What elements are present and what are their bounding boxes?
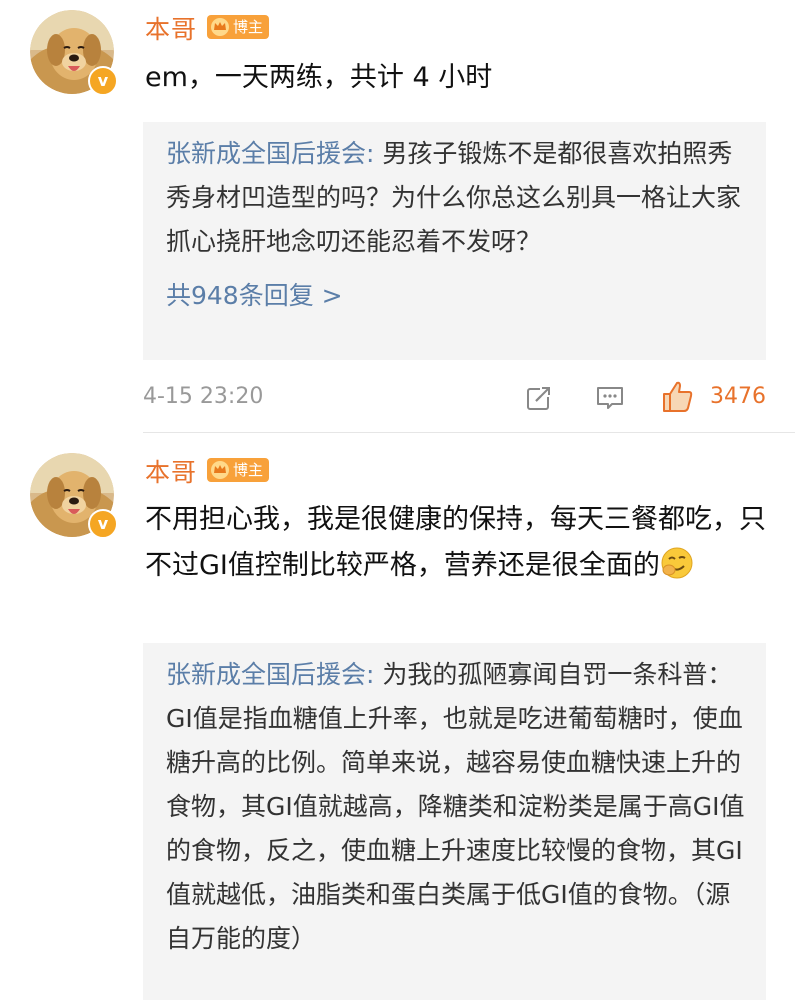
share-icon[interactable]	[524, 383, 554, 413]
verified-badge-icon: v	[88, 509, 118, 539]
reply-box[interactable]: 张新成全国后援会: 为我的孤陋寡闻自罚一条科普：GI值是指血糖值上升率，也就是吃…	[143, 643, 766, 1000]
like-icon[interactable]	[661, 380, 695, 414]
comment-text: 不用担心我，我是很健康的保持，每天三餐都吃，只不过GI值控制比较严格，营养还是很…	[145, 497, 771, 589]
comment-text: em，一天两练，共计 4 小时	[145, 62, 493, 93]
reply-box[interactable]: 张新成全国后援会: 男孩子锻炼不是都很喜欢拍照秀秀身材凹造型的吗？为什么你总这么…	[143, 122, 766, 360]
blogger-badge-label: 博主	[233, 461, 264, 479]
avatar[interactable]: v	[30, 453, 118, 539]
blogger-badge-label: 博主	[233, 18, 264, 36]
username[interactable]: 本哥	[145, 10, 197, 46]
reply-author[interactable]: 张新成全国后援会	[166, 660, 366, 689]
comment-2: v 本哥 博主 不用担心我，我是很健康的保持，每天三餐都吃，只不过GI值控制比较…	[0, 445, 795, 1000]
reply-text: 为我的孤陋寡闻自罚一条科普：GI值是指血糖值上升率，也就是吃进葡萄糖时，使血糖升…	[166, 660, 745, 953]
comment-1: v 本哥 博主 em，一天两练，共计 4 小时 张新成全国后援会: 男孩子锻炼不…	[0, 0, 795, 440]
blogger-badge: 博主	[207, 15, 270, 39]
smirk-emoji-icon	[661, 547, 693, 579]
verified-badge-icon: v	[88, 66, 118, 96]
reply-content: 张新成全国后援会: 为我的孤陋寡闻自罚一条科普：GI值是指血糖值上升率，也就是吃…	[166, 653, 746, 961]
crown-icon	[211, 18, 229, 36]
blogger-badge: 博主	[207, 458, 270, 482]
divider	[143, 432, 795, 433]
comment-icon[interactable]	[595, 383, 625, 413]
username[interactable]: 本哥	[145, 453, 197, 489]
reply-count-link[interactable]: 共948条回复 >	[166, 274, 746, 318]
crown-icon	[211, 461, 229, 479]
timestamp: 4-15 23:20	[143, 384, 264, 409]
comment-meta: 4-15 23:20 3476	[143, 378, 766, 418]
avatar[interactable]: v	[30, 10, 118, 96]
reply-author[interactable]: 张新成全国后援会	[166, 139, 366, 168]
like-count: 3476	[710, 384, 766, 409]
reply-content: 张新成全国后援会: 男孩子锻炼不是都很喜欢拍照秀秀身材凹造型的吗？为什么你总这么…	[166, 132, 746, 264]
